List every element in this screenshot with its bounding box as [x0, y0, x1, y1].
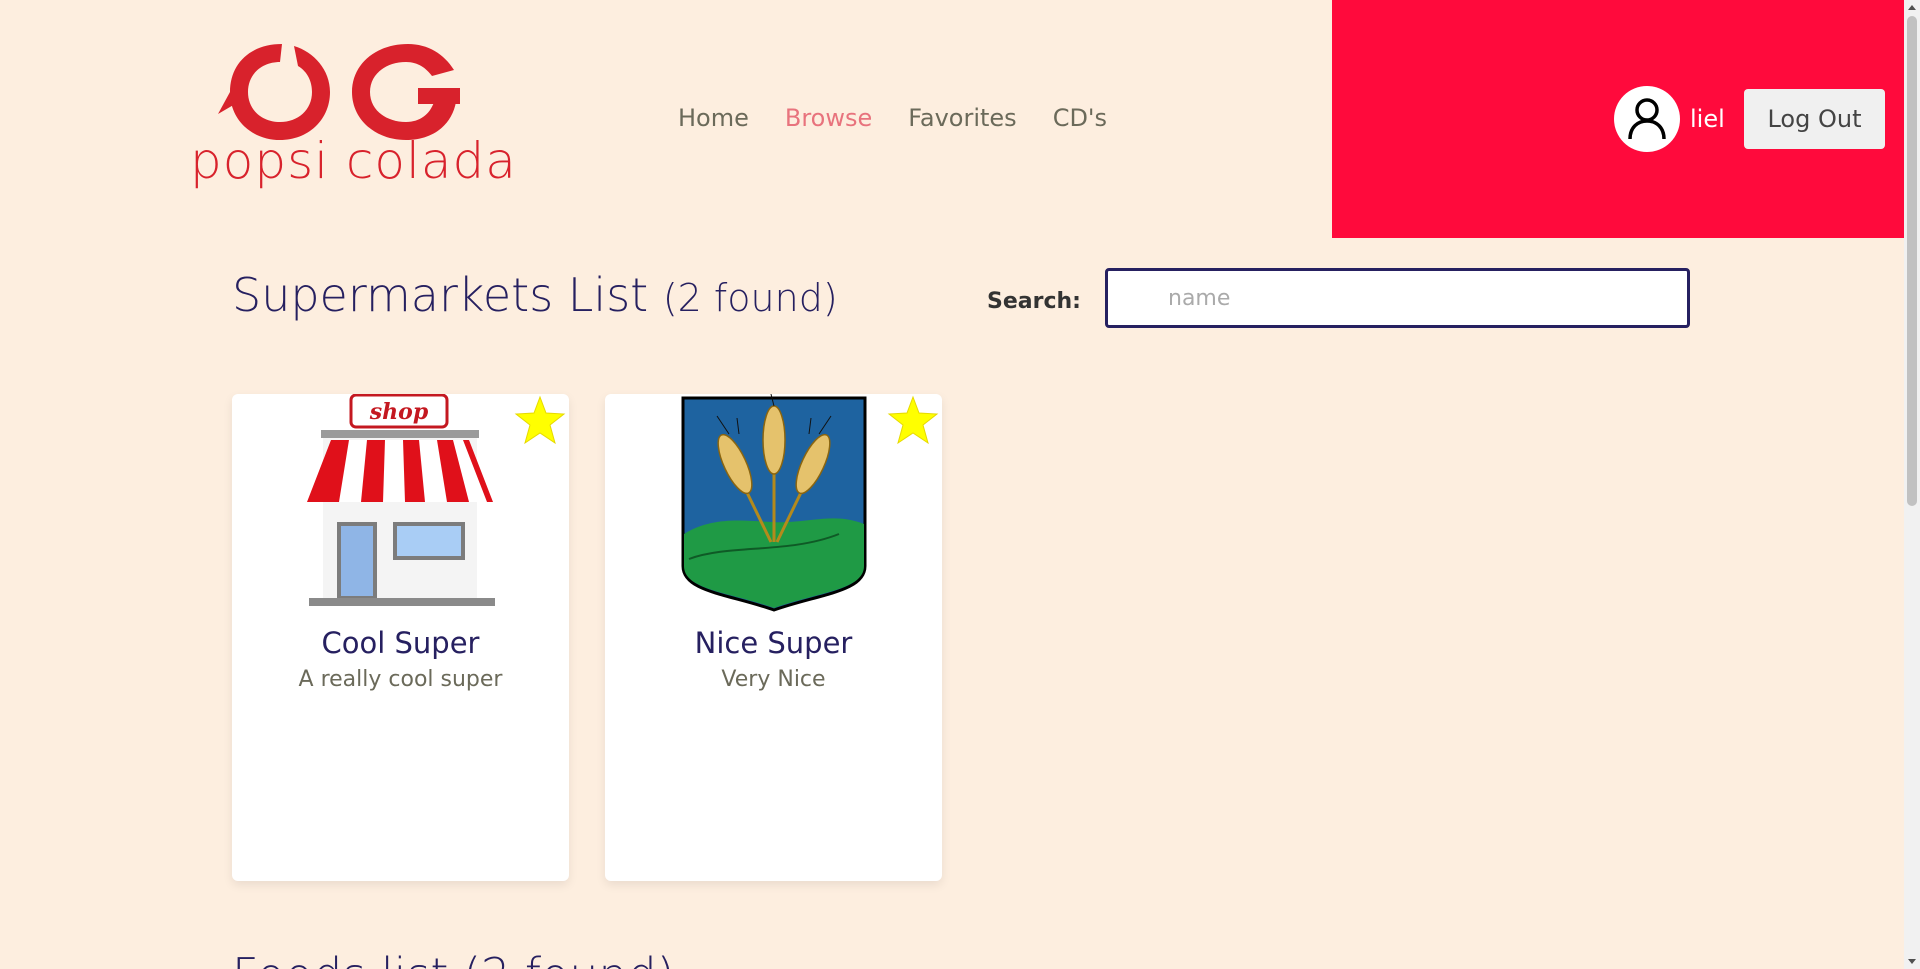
title-text: Supermarkets List: [232, 268, 649, 322]
result-count: (2 found): [662, 276, 838, 320]
svg-text:shop: shop: [368, 399, 428, 425]
wheat-crest-icon: [681, 394, 866, 612]
card-title: Nice Super: [694, 626, 853, 660]
logo-text: popsi colada: [190, 132, 517, 190]
nav-cds[interactable]: CD's: [1053, 104, 1107, 132]
avatar[interactable]: [1614, 86, 1680, 152]
supermarket-card[interactable]: shop Cool Super A really cool super: [232, 394, 569, 881]
main-nav: Home Browse Favorites CD's: [678, 104, 1107, 132]
card-description: Very Nice: [721, 667, 826, 692]
scroll-up-icon[interactable]: [1908, 5, 1916, 10]
search-input[interactable]: [1105, 268, 1690, 328]
shop-storefront-icon: shop: [306, 394, 495, 606]
user-area: liel: [1614, 86, 1725, 152]
foods-section-title: Foods list (2 found): [232, 948, 675, 969]
favorite-star-icon[interactable]: [886, 394, 940, 448]
card-title: Cool Super: [321, 626, 480, 660]
page: popsi colada Home Browse Favorites CD's …: [0, 0, 1904, 969]
search-label: Search:: [987, 289, 1081, 314]
scroll-down-icon[interactable]: [1908, 959, 1916, 964]
nav-browse[interactable]: Browse: [785, 104, 872, 132]
page-title: Supermarkets List (2 found): [232, 268, 838, 322]
favorite-star-icon[interactable]: [513, 394, 567, 448]
page-scrollbar[interactable]: [1904, 0, 1920, 969]
username: liel: [1690, 105, 1725, 133]
nav-home[interactable]: Home: [678, 104, 749, 132]
user-icon: [1628, 98, 1666, 140]
supermarket-card[interactable]: Nice Super Very Nice: [605, 394, 942, 881]
logout-button[interactable]: Log Out: [1744, 89, 1885, 149]
nav-favorites[interactable]: Favorites: [908, 104, 1016, 132]
card-description: A really cool super: [298, 667, 503, 692]
scroll-thumb[interactable]: [1907, 16, 1917, 506]
